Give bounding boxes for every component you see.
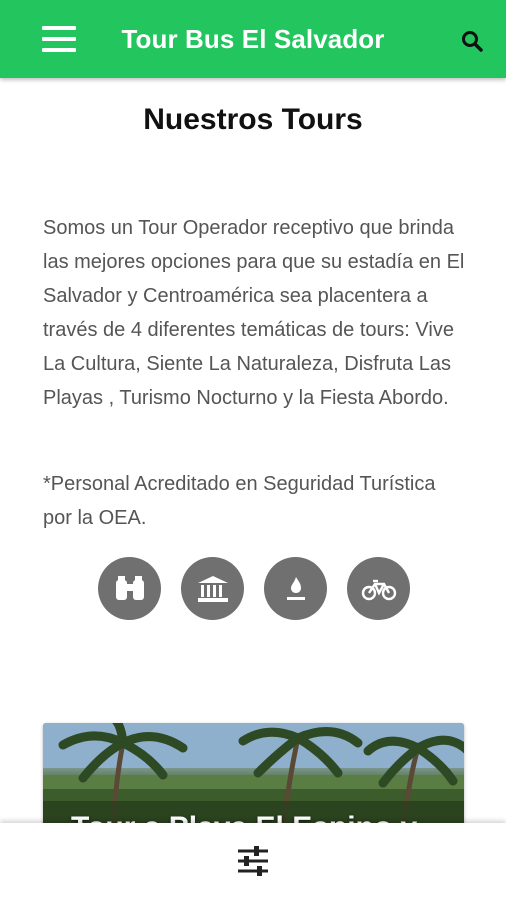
bottom-bar [0,823,506,900]
tour-card[interactable]: Tour a Playa El Espino y [43,723,464,833]
bicycle-icon [361,579,396,600]
museum-icon [197,575,228,602]
accreditation-note: *Personal Acreditado en Seguridad Turíst… [43,473,436,529]
category-beach-button[interactable] [347,557,410,620]
search-icon[interactable] [460,29,486,55]
category-nightlife-button[interactable] [264,557,327,620]
binoculars-icon [115,575,144,600]
page-title: Nuestros Tours [143,103,363,136]
app-title: Tour Bus El Salvador [121,24,385,54]
app-bar: Tour Bus El Salvador [0,0,506,78]
intro-text: Somos un Tour Operador receptivo que bri… [43,217,465,409]
filter-sliders-icon[interactable] [235,843,271,879]
category-nature-button[interactable] [98,557,161,620]
fire-icon [286,576,305,600]
category-culture-button[interactable] [181,557,244,620]
